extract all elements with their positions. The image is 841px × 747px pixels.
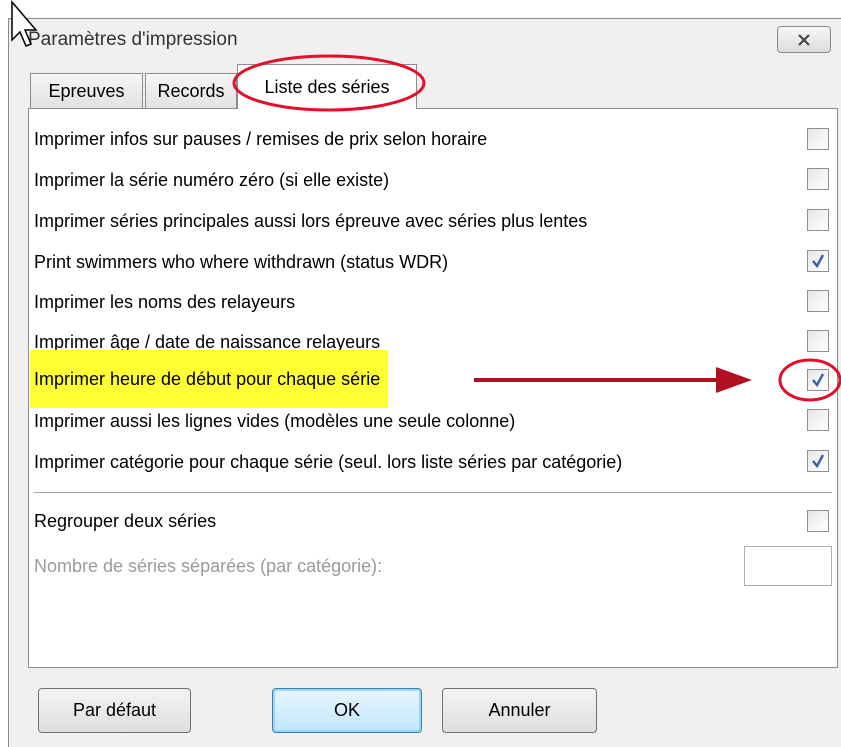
option-categorie-checkbox[interactable] [807, 450, 829, 472]
option-series-principales-label: Imprimer séries principales aussi lors é… [34, 210, 588, 231]
option-pauses-label: Imprimer infos sur pauses / remises de p… [34, 128, 488, 149]
option-lignes-vides-label: Imprimer aussi les lignes vides (modèles… [34, 410, 516, 431]
close-icon [798, 33, 810, 46]
option-serie-zero-checkbox[interactable] [807, 168, 829, 190]
option-pauses-checkbox[interactable] [807, 128, 829, 150]
option-serie-zero-label: Imprimer la série numéro zéro (si elle e… [34, 169, 390, 190]
option-heure-debut-checkbox[interactable] [807, 369, 829, 391]
regrouper-label: Regrouper deux séries [34, 510, 217, 531]
default-button[interactable]: Par défaut [38, 688, 191, 733]
option-noms-relayeurs-checkbox[interactable] [807, 290, 829, 312]
regrouper-checkbox[interactable] [807, 510, 829, 532]
option-withdrawn-checkbox[interactable] [807, 250, 829, 272]
dialog-title: Paramètres d'impression [28, 29, 238, 50]
checkmark-icon [812, 254, 825, 269]
tab-liste-des-series[interactable]: Liste des séries [237, 64, 417, 109]
tab-epreuves[interactable]: Epreuves [30, 73, 143, 108]
cancel-button[interactable]: Annuler [442, 688, 597, 733]
close-button[interactable] [777, 26, 831, 53]
separator [34, 492, 832, 494]
nombre-series-label: Nombre de séries séparées (par catégorie… [34, 555, 383, 576]
ok-button[interactable]: OK [272, 688, 422, 733]
tab-records[interactable]: Records [145, 73, 237, 108]
nombre-series-input[interactable] [744, 546, 832, 586]
option-categorie-label: Imprimer catégorie pour chaque série (se… [34, 451, 623, 472]
checkmark-icon [812, 454, 825, 469]
option-age-relayeurs-checkbox[interactable] [807, 330, 829, 352]
option-withdrawn-label: Print swimmers who where withdrawn (stat… [34, 251, 449, 272]
checkmark-icon [812, 373, 825, 388]
option-noms-relayeurs-label: Imprimer les noms des relayeurs [34, 291, 296, 312]
option-series-principales-checkbox[interactable] [807, 209, 829, 231]
option-heure-debut-label: Imprimer heure de début pour chaque séri… [30, 350, 389, 408]
option-lignes-vides-checkbox[interactable] [807, 409, 829, 431]
